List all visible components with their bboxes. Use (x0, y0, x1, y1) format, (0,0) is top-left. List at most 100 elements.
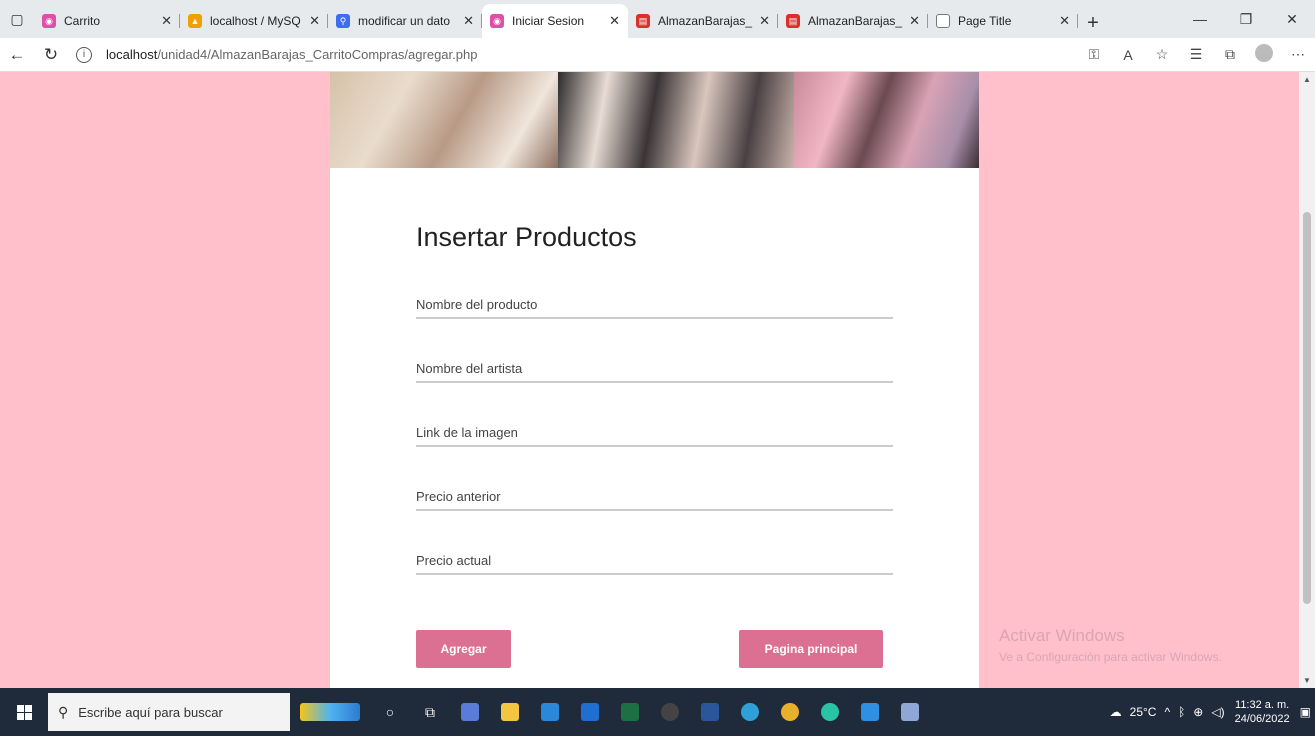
close-icon[interactable]: ✕ (1059, 13, 1070, 29)
artist-name-field[interactable]: Nombre del artista (416, 347, 893, 411)
close-icon[interactable]: ✕ (463, 13, 474, 29)
search-placeholder: Escribe aquí para buscar (78, 704, 223, 720)
tab-pdf-1[interactable]: ▤ AlmazanBarajas_ ✕ (628, 6, 778, 36)
windows-taskbar: ⚲ Escribe aquí para buscar ○ ⧉ ☁ 25°C ^ … (0, 688, 1315, 736)
minimize-button[interactable]: — (1177, 0, 1223, 38)
banner-photo (330, 72, 558, 168)
tab-favicon-icon: ◉ (42, 14, 56, 28)
close-window-button[interactable]: ✕ (1269, 0, 1315, 38)
close-icon[interactable]: ✕ (909, 13, 920, 29)
address-bar-actions: ⚿ A ☆ ☰ ⧉ ⋯ (1077, 44, 1315, 65)
volume-icon[interactable]: ◁) (1211, 705, 1224, 719)
field-underline (416, 381, 893, 383)
widgets-icon[interactable] (290, 688, 370, 736)
tab-title: Page Title (958, 14, 1012, 28)
tab-title: AlmazanBarajas_ (808, 14, 903, 28)
clock[interactable]: 11:32 a. m. 24/06/2022 (1235, 698, 1290, 726)
weather-icon[interactable]: ☁ (1110, 705, 1122, 719)
tab-favicon-icon: ▲ (188, 14, 202, 28)
chevron-up-icon[interactable]: ^ (1164, 705, 1170, 719)
tab-pdf-2[interactable]: ▤ AlmazanBarajas_ ✕ (778, 6, 928, 36)
banner-photo (558, 72, 794, 168)
url-path: /unidad4/AlmazanBarajas_CarritoCompras/a… (157, 47, 478, 62)
page-viewport: Insertar Productos Nombre del producto N… (0, 72, 1299, 688)
image-link-field[interactable]: Link de la imagen (416, 411, 893, 475)
tab-title: Iniciar Sesion (512, 14, 585, 28)
tab-phpmyadmin[interactable]: ▲ localhost / MySQ ✕ (180, 6, 328, 36)
cortana-icon[interactable]: ○ (370, 688, 410, 736)
edge-icon[interactable] (730, 688, 770, 736)
mail-icon[interactable] (570, 688, 610, 736)
home-page-button[interactable]: Pagina principal (739, 630, 883, 668)
form-title: Insertar Productos (416, 222, 637, 252)
tab-search[interactable]: ⚲ modificar un dato ✕ (328, 6, 482, 36)
new-tab-button[interactable]: + (1078, 8, 1108, 38)
media-icon[interactable] (650, 688, 690, 736)
key-icon[interactable]: ⚿ (1077, 46, 1111, 63)
watermark-subtitle: Ve a Configuración para activar Windows. (999, 650, 1222, 664)
tab-actions-icon[interactable]: ▢ (0, 0, 34, 38)
scroll-down-icon[interactable]: ▼ (1303, 676, 1311, 685)
chrome-icon[interactable] (770, 688, 810, 736)
tab-favicon-icon: ◉ (490, 14, 504, 28)
app-icon[interactable] (810, 688, 850, 736)
tab-title: modificar un dato (358, 14, 451, 28)
bluetooth-icon[interactable]: ᛒ (1178, 705, 1185, 719)
store-icon[interactable] (530, 688, 570, 736)
info-icon[interactable]: i (76, 46, 92, 63)
pdf-icon: ▤ (786, 14, 800, 28)
vscode-icon[interactable] (850, 688, 890, 736)
system-tray: ☁ 25°C ^ ᛒ ⊕ ◁) 11:32 a. m. 24/06/2022 ▣ (1106, 688, 1315, 736)
tab-title: localhost / MySQ (210, 14, 301, 28)
more-icon[interactable]: ⋯ (1281, 46, 1315, 63)
start-button[interactable] (0, 688, 48, 736)
notification-icon[interactable]: ▣ (1300, 705, 1311, 719)
app-icon[interactable] (890, 688, 930, 736)
restore-button[interactable]: ❐ (1223, 0, 1269, 38)
word-icon[interactable] (690, 688, 730, 736)
scroll-up-icon[interactable]: ▲ (1303, 75, 1311, 84)
field-label: Precio actual (416, 553, 492, 568)
banner-photo (794, 72, 979, 168)
weather-temp[interactable]: 25°C (1130, 705, 1157, 719)
tab-carrito[interactable]: ◉ Carrito ✕ (34, 6, 180, 36)
file-explorer-icon[interactable] (490, 688, 530, 736)
field-label: Nombre del producto (416, 297, 538, 312)
field-label: Nombre del artista (416, 361, 523, 376)
tab-title: AlmazanBarajas_ (658, 14, 753, 28)
clock-date: 24/06/2022 (1234, 713, 1290, 725)
pdf-icon: ▤ (636, 14, 650, 28)
close-icon[interactable]: ✕ (309, 13, 320, 29)
task-view-icon[interactable]: ⧉ (410, 688, 450, 736)
search-icon: ⚲ (336, 14, 350, 28)
close-icon[interactable]: ✕ (609, 13, 620, 29)
product-name-field[interactable]: Nombre del producto (416, 283, 893, 347)
clock-time: 11:32 a. m. (1235, 699, 1290, 711)
tab-page-title[interactable]: Page Title ✕ (928, 6, 1078, 36)
favorites-list-icon[interactable]: ☰ (1179, 46, 1213, 63)
taskbar-search-box[interactable]: ⚲ Escribe aquí para buscar (48, 693, 290, 731)
favorite-icon[interactable]: ☆ (1145, 46, 1179, 63)
url-field[interactable]: i localhost/unidad4/AlmazanBarajas_Carri… (76, 46, 478, 63)
address-bar: ← ↻ i localhost/unidad4/AlmazanBarajas_C… (0, 38, 1315, 72)
network-icon[interactable]: ⊕ (1193, 705, 1203, 719)
close-icon[interactable]: ✕ (161, 13, 172, 29)
scrollbar-thumb[interactable] (1303, 212, 1311, 604)
previous-price-field[interactable]: Precio anterior (416, 475, 893, 539)
refresh-button[interactable]: ↻ (34, 45, 68, 65)
current-price-field[interactable]: Precio actual (416, 539, 893, 603)
field-underline (416, 445, 893, 447)
search-icon: ⚲ (58, 703, 69, 720)
vertical-scrollbar[interactable]: ▲ ▼ (1299, 72, 1315, 688)
excel-icon[interactable] (610, 688, 650, 736)
collections-icon[interactable]: ⧉ (1213, 46, 1247, 63)
read-aloud-icon[interactable]: A (1111, 47, 1145, 63)
back-button[interactable]: ← (0, 45, 34, 65)
profile-avatar[interactable] (1247, 44, 1281, 65)
windows-logo-icon (16, 704, 32, 720)
tab-iniciar-sesion[interactable]: ◉ Iniciar Sesion ✕ (482, 4, 628, 38)
app-icon[interactable] (450, 688, 490, 736)
add-button[interactable]: Agregar (416, 630, 511, 668)
page-icon (936, 14, 950, 28)
close-icon[interactable]: ✕ (759, 13, 770, 29)
